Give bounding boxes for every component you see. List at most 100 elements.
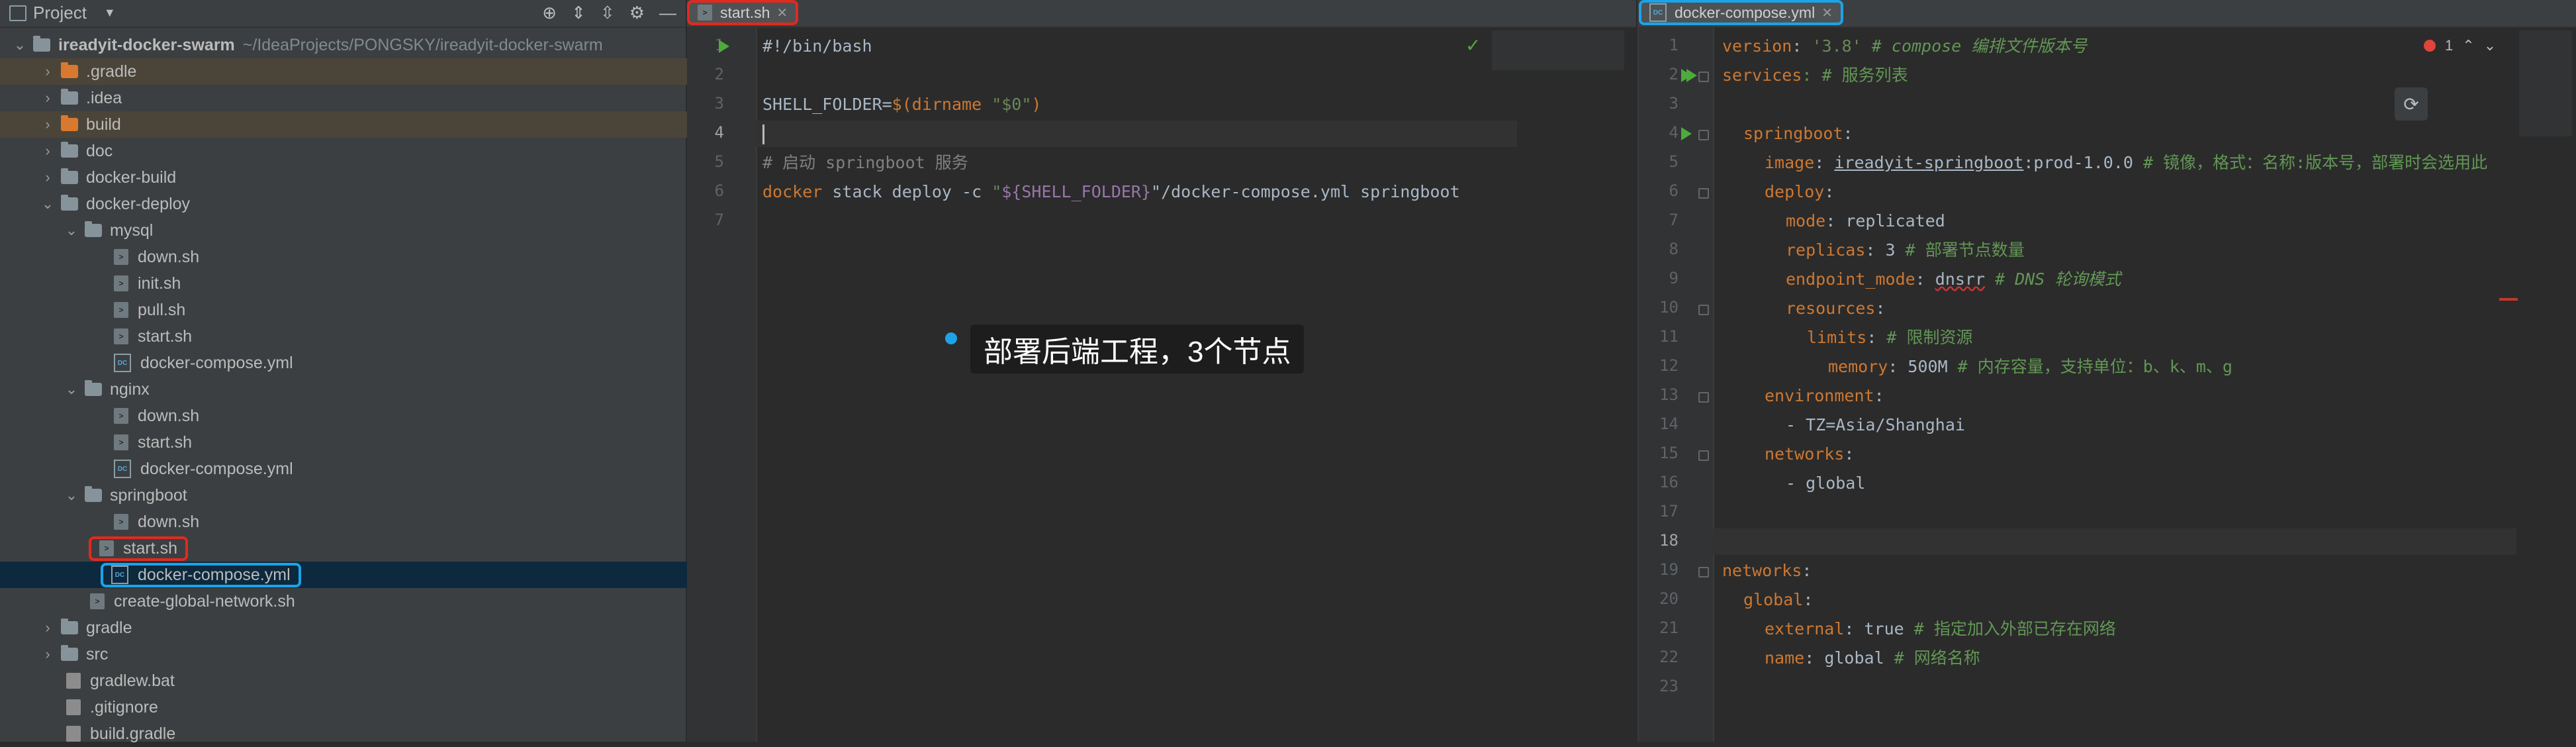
locate-icon[interactable]: ⊕ [542,3,557,23]
tree-item-file[interactable]: > down.sh [0,403,800,429]
tree-item-folder[interactable]: › .gradle [0,58,727,85]
tree-item-folder[interactable]: ⌄ springboot [0,482,751,509]
chevron-right-icon[interactable]: › [41,116,54,133]
code-line-5: image: ireadyit-springboot:prod-1.0.0 # … [1765,150,2487,176]
fold-icon[interactable] [1698,305,1709,315]
shell-file-icon: > [90,593,105,609]
fold-icon[interactable] [1698,188,1709,199]
folder-icon [85,486,102,502]
folder-icon [61,142,78,158]
chevron-right-icon[interactable]: › [41,646,54,663]
line-number: 7 [714,211,724,229]
fold-icon[interactable] [1698,567,1709,577]
tree-item-label: docker-compose.yml [140,459,293,478]
code-text: - TZ=Asia/Shanghai [1786,415,1965,434]
code-line-10: resources: [1786,295,1886,322]
fold-icon[interactable] [1698,72,1709,82]
minimap [2519,30,2572,136]
fold-icon[interactable] [1698,130,1709,140]
code-line-6: deploy: [1765,179,1834,205]
gear-icon[interactable]: ⚙ [629,3,645,23]
chevron-down-icon[interactable]: ▼ [104,6,116,20]
check-icon: ✓ [1465,35,1481,56]
shell-file-icon: > [698,5,712,21]
tree-item-label: create-global-network.sh [114,591,295,611]
code-text: networks [1765,444,1845,464]
tree-item-file[interactable]: > down.sh [0,509,800,535]
tree-item-file[interactable]: gradlew.bat [0,668,752,694]
chevron-right-icon[interactable]: › [41,169,54,186]
chevron-down-icon[interactable]: ⌄ [41,195,54,213]
chevron-right-icon[interactable]: › [41,63,54,80]
tree-item-label: build.gradle [90,724,176,743]
tree-item-label: down.sh [138,247,200,266]
tree-item-file-highlighted[interactable]: > start.sh [0,535,774,562]
code-text: # 网络名称 [1894,648,1980,668]
tree-item-label: gradle [86,618,132,637]
expand-all-icon[interactable]: ⇕ [571,3,586,23]
tree-item-folder[interactable]: › build [0,111,727,138]
chevron-down-icon[interactable]: ⌄ [65,222,78,239]
tree-item-file[interactable]: DC docker-compose.yml [0,456,800,482]
tree-item-file[interactable]: > init.sh [0,270,800,297]
code-text: : [1875,299,1886,318]
tree-item-root[interactable]: ⌄ ireadyit-docker-swarm ~/IdeaProjects/P… [0,32,699,58]
minimap [1492,30,1624,70]
hide-icon[interactable]: — [659,3,676,23]
tree-item-file[interactable]: > start.sh [0,429,800,456]
tree-item-file[interactable]: DC docker-compose.yml [0,350,800,376]
chevron-up-icon[interactable]: ⌃ [2462,37,2474,54]
close-icon[interactable]: ✕ [1821,5,1833,21]
tree-item-folder[interactable]: › docker-build [0,164,727,191]
tree-item-folder[interactable]: ⌄ nginx [0,376,751,403]
refresh-icon[interactable]: ⟳ [2395,87,2428,121]
run-icon[interactable] [1681,127,1692,140]
line-number: 17 [1659,502,1679,521]
tree-item-file[interactable]: > down.sh [0,244,800,270]
chevron-down-icon[interactable]: ⌄ [65,381,78,398]
code-text: # DNS 轮询模式 [1985,270,2121,289]
tree-item-file[interactable]: build.gradle [0,721,752,747]
tree-item-file[interactable]: > create-global-network.sh [0,588,776,615]
tree-item-folder[interactable]: › gradle [0,615,727,641]
line-number: 4 [1669,123,1679,142]
chevron-down-icon[interactable]: ⌄ [2484,37,2496,54]
tree-item-file[interactable]: > start.sh [0,323,800,350]
tree-item-folder[interactable]: › doc [0,138,727,164]
tab-start-sh[interactable]: > start.sh ✕ [687,0,799,25]
tree-item-folder[interactable]: ⌄ mysql [0,217,751,244]
line-number: 22 [1659,648,1679,666]
fold-icon[interactable] [1698,450,1709,461]
red-highlight-box: > start.sh [89,536,188,561]
code-text: ${SHELL_FOLDER} [1001,182,1152,201]
tree-item-folder[interactable]: › src [0,641,727,668]
code-text: : [1874,386,1884,405]
close-icon[interactable]: ✕ [776,5,788,21]
project-view-selector[interactable]: Project ▼ [9,3,116,23]
chevron-right-icon[interactable]: › [41,142,54,160]
tree-item-folder[interactable]: ⌄ docker-deploy [0,191,727,217]
tree-item-file[interactable]: .gitignore [0,694,752,721]
tab-docker-compose[interactable]: DC docker-compose.yml ✕ [1639,0,1843,25]
code-text: $( [892,95,912,114]
chevron-down-icon[interactable]: ⌄ [65,487,78,504]
code-text: memory [1828,357,1888,376]
fold-icon[interactable] [1698,392,1709,403]
run-icon[interactable] [719,40,729,53]
tree-item-label: init.sh [138,274,181,293]
tree-item-label: build [86,115,121,134]
code-text: endpoint_mode [1786,270,1915,289]
folder-icon [61,645,78,661]
tree-item-file-selected[interactable]: DC docker-compose.yml [0,562,786,588]
tree-item-file[interactable]: > pull.sh [0,297,800,323]
chevron-right-icon[interactable]: › [41,89,54,107]
code-text: # 启动 springboot 服务 [762,153,968,172]
tree-item-folder[interactable]: › .idea [0,85,727,111]
code-text: : global [1804,648,1894,668]
chevron-right-icon[interactable]: › [41,619,54,636]
chevron-down-icon[interactable]: ⌄ [13,36,26,54]
current-line-highlight [756,121,1517,147]
inspection-widget[interactable]: 1 ⌃ ⌄ [2424,37,2496,54]
collapse-all-icon[interactable]: ⇳ [600,3,615,23]
tree-item-label: docker-deploy [86,194,191,213]
